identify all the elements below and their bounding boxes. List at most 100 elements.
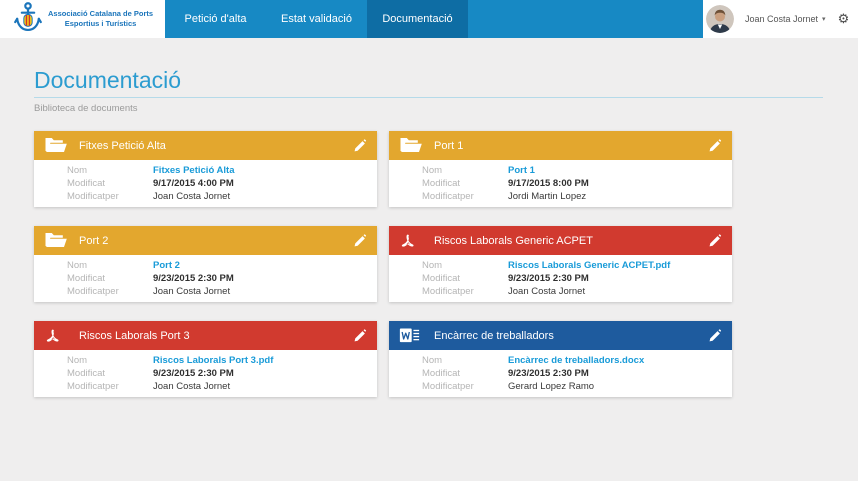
modified-by: Joan Costa Jornet (508, 286, 585, 297)
logo-text: Associació Catalana de Ports Esportius i… (48, 9, 153, 29)
nav-tab-label: Documentació (382, 13, 452, 25)
folder-icon (399, 135, 423, 156)
card-title: Riscos Laborals Generic ACPET (434, 235, 708, 247)
edit-pencil-icon[interactable] (353, 139, 367, 153)
field-label: Nom (67, 165, 153, 176)
field-row-modificat: Modificat 9/17/2015 4:00 PM (67, 177, 369, 190)
page-subtitle: Biblioteca de documents (34, 103, 858, 114)
pdf-icon (44, 325, 68, 346)
field-label: Modificatper (67, 191, 153, 202)
word-icon (399, 325, 423, 346)
edit-pencil-icon[interactable] (708, 139, 722, 153)
card-header: Fitxes Petició Alta (34, 131, 377, 160)
document-card: Encàrrec de treballadors Nom Encàrrec de… (389, 321, 732, 397)
gear-icon[interactable]: ⚙ (838, 11, 850, 27)
anchor-logo-icon (13, 1, 43, 38)
cards-grid: Fitxes Petició Alta Nom Fitxes Petició A… (34, 131, 732, 397)
field-row-nom: Nom Port 1 (422, 164, 724, 177)
nav-tab-label: Petició d'alta (184, 13, 246, 25)
field-label: Nom (422, 260, 508, 271)
document-link[interactable]: Fitxes Petició Alta (153, 165, 234, 176)
card-title: Fitxes Petició Alta (79, 140, 353, 152)
field-row-modificatper: Modificatper Joan Costa Jornet (67, 285, 369, 298)
modified-by: Joan Costa Jornet (153, 286, 230, 297)
modified-by: Joan Costa Jornet (153, 381, 230, 392)
edit-pencil-icon[interactable] (353, 329, 367, 343)
user-avatar[interactable] (706, 5, 734, 33)
field-row-nom: Nom Riscos Laborals Generic ACPET.pdf (422, 259, 724, 272)
field-row-modificatper: Modificatper Joan Costa Jornet (67, 190, 369, 203)
modified-date: 9/23/2015 2:30 PM (153, 368, 234, 379)
card-header: Encàrrec de treballadors (389, 321, 732, 350)
field-row-modificat: Modificat 9/17/2015 8:00 PM (422, 177, 724, 190)
user-area: Joan Costa Jornet ▾ ⚙ ? (703, 0, 858, 38)
document-link[interactable]: Riscos Laborals Port 3.pdf (153, 355, 273, 366)
modified-date: 9/17/2015 8:00 PM (508, 178, 589, 189)
document-link[interactable]: Encàrrec de treballadors.docx (508, 355, 644, 366)
document-card: Fitxes Petició Alta Nom Fitxes Petició A… (34, 131, 377, 207)
card-body: Nom Fitxes Petició Alta Modificat 9/17/2… (34, 160, 377, 207)
field-label: Modificat (422, 368, 508, 379)
field-row-modificatper: Modificatper Joan Costa Jornet (422, 285, 724, 298)
field-row-modificatper: Modificatper Jordi Martin Lopez (422, 190, 724, 203)
field-row-modificat: Modificat 9/23/2015 2:30 PM (67, 272, 369, 285)
nav-tabs: Petició d'alta Estat validació Documenta… (165, 0, 703, 38)
nav-tab-1[interactable]: Estat validació (266, 0, 367, 38)
modified-date: 9/23/2015 2:30 PM (508, 273, 589, 284)
field-row-nom: Nom Encàrrec de treballadors.docx (422, 354, 724, 367)
edit-pencil-icon[interactable] (708, 234, 722, 248)
field-row-nom: Nom Port 2 (67, 259, 369, 272)
card-header: Port 2 (34, 226, 377, 255)
field-label: Modificatper (422, 286, 508, 297)
field-label: Modificat (67, 273, 153, 284)
card-body: Nom Port 1 Modificat 9/17/2015 8:00 PM M… (389, 160, 732, 207)
document-card: Riscos Laborals Port 3 Nom Riscos Labora… (34, 321, 377, 397)
page-title: Documentació (34, 67, 858, 94)
modified-date: 9/23/2015 2:30 PM (508, 368, 589, 379)
nav-tab-0[interactable]: Petició d'alta (165, 0, 266, 38)
edit-pencil-icon[interactable] (708, 329, 722, 343)
field-row-modificat: Modificat 9/23/2015 2:30 PM (422, 367, 724, 380)
card-title: Port 1 (434, 140, 708, 152)
card-body: Nom Port 2 Modificat 9/23/2015 2:30 PM M… (34, 255, 377, 302)
card-header: Riscos Laborals Port 3 (34, 321, 377, 350)
document-link[interactable]: Port 1 (508, 165, 535, 176)
card-body: Nom Encàrrec de treballadors.docx Modifi… (389, 350, 732, 397)
modified-date: 9/17/2015 4:00 PM (153, 178, 234, 189)
main-content: Documentació Biblioteca de documents Fit… (0, 67, 858, 397)
field-label: Nom (67, 355, 153, 366)
modified-date: 9/23/2015 2:30 PM (153, 273, 234, 284)
nav-tab-label: Estat validació (281, 13, 352, 25)
document-card: Port 2 Nom Port 2 Modificat 9/23/2015 2:… (34, 226, 377, 302)
field-label: Nom (67, 260, 153, 271)
folder-icon (44, 230, 68, 251)
document-link[interactable]: Riscos Laborals Generic ACPET.pdf (508, 260, 670, 271)
field-row-modificat: Modificat 9/23/2015 2:30 PM (422, 272, 724, 285)
field-row-modificatper: Modificatper Joan Costa Jornet (67, 380, 369, 393)
field-label: Modificatper (67, 381, 153, 392)
card-body: Nom Riscos Laborals Generic ACPET.pdf Mo… (389, 255, 732, 302)
nav-tab-2[interactable]: Documentació (367, 0, 468, 38)
field-label: Nom (422, 355, 508, 366)
field-row-modificat: Modificat 9/23/2015 2:30 PM (67, 367, 369, 380)
modified-by: Joan Costa Jornet (153, 191, 230, 202)
field-label: Modificatper (67, 286, 153, 297)
field-label: Modificatper (422, 191, 508, 202)
pdf-icon (399, 230, 423, 251)
field-row-nom: Nom Fitxes Petició Alta (67, 164, 369, 177)
edit-pencil-icon[interactable] (353, 234, 367, 248)
field-label: Modificat (67, 178, 153, 189)
field-label: Nom (422, 165, 508, 176)
title-divider (34, 97, 823, 98)
user-menu[interactable]: Joan Costa Jornet (745, 14, 818, 24)
field-label: Modificatper (422, 381, 508, 392)
document-card: Port 1 Nom Port 1 Modificat 9/17/2015 8:… (389, 131, 732, 207)
top-header: Associació Catalana de Ports Esportius i… (0, 0, 858, 38)
modified-by: Gerard Lopez Ramo (508, 381, 594, 392)
document-card: Riscos Laborals Generic ACPET Nom Riscos… (389, 226, 732, 302)
field-label: Modificat (67, 368, 153, 379)
field-row-nom: Nom Riscos Laborals Port 3.pdf (67, 354, 369, 367)
chevron-down-icon[interactable]: ▾ (822, 15, 826, 23)
modified-by: Jordi Martin Lopez (508, 191, 586, 202)
document-link[interactable]: Port 2 (153, 260, 180, 271)
